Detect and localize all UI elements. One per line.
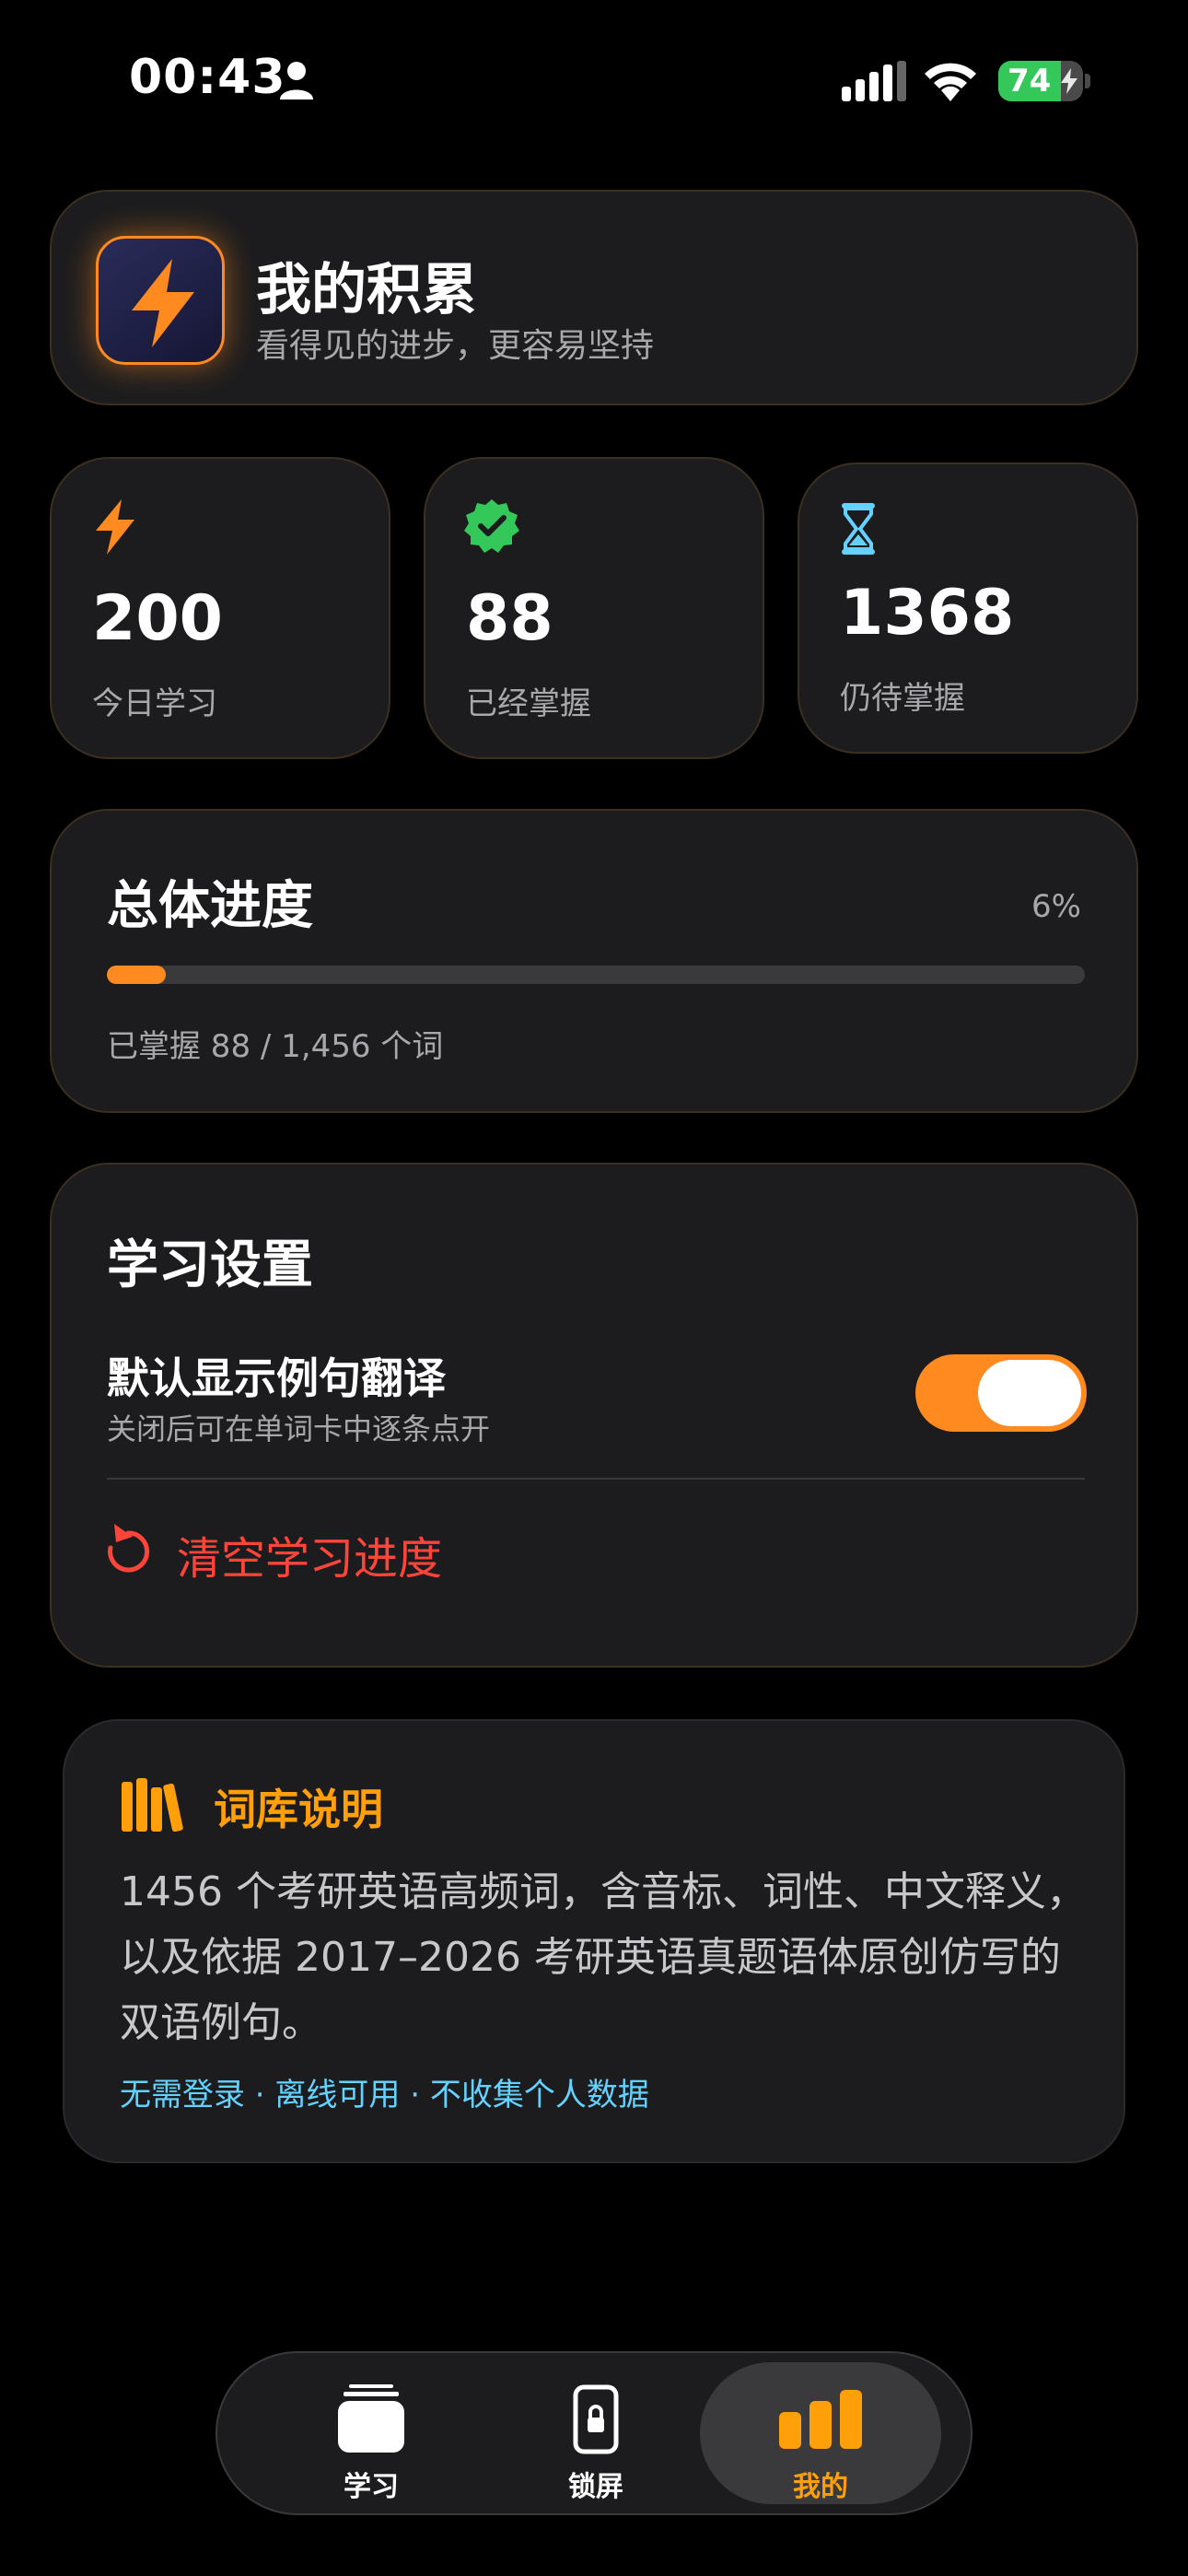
books-icon xyxy=(122,1778,183,1832)
app-logo xyxy=(96,236,225,365)
tab-label: 学习 xyxy=(344,2471,399,2503)
tab-lockscreen[interactable]: 锁屏 xyxy=(475,2362,716,2504)
stat-value: 1368 xyxy=(840,577,1015,650)
reset-progress-button[interactable]: 清空学习进度 xyxy=(177,1522,442,1587)
stat-card-pending: 1368 仍待掌握 xyxy=(798,463,1138,754)
settings-title: 学习设置 xyxy=(107,1235,313,1295)
tab-mine[interactable]: 我的 xyxy=(700,2362,941,2504)
info-footer: 无需登录 · 离线可用 · 不收集个人数据 xyxy=(120,2077,649,2113)
progress-caption: 已掌握 88 / 1,456 个词 xyxy=(107,1028,444,1065)
info-body: 1456 个考研英语高频词，含音标、词性、中文释义，以及依据 2017–2026… xyxy=(120,1868,1087,2046)
wifi-icon xyxy=(925,63,976,101)
page-subtitle: 看得见的进步，更容易坚持 xyxy=(256,327,655,365)
translation-setting-title: 默认显示例句翻译 xyxy=(107,1353,446,1403)
lock-phone-icon xyxy=(573,2384,619,2454)
stat-value: 200 xyxy=(92,582,223,655)
stat-card-mastered: 88 已经掌握 xyxy=(424,457,764,759)
tab-bar: 学习 锁屏 我的 xyxy=(215,2351,973,2515)
cards-icon xyxy=(338,2384,404,2453)
tab-label: 锁屏 xyxy=(568,2471,623,2503)
status-bar: 00:43 74 xyxy=(0,0,1188,157)
progress-bar xyxy=(107,966,1085,984)
page-title: 我的积累 xyxy=(256,258,477,322)
lightning-icon xyxy=(96,499,134,555)
battery-cap xyxy=(1085,74,1090,88)
bar-chart-icon xyxy=(779,2390,862,2449)
check-seal-icon xyxy=(464,499,519,553)
charging-bolt-icon xyxy=(1061,68,1077,94)
tab-label: 我的 xyxy=(793,2471,848,2503)
stat-label: 已经掌握 xyxy=(466,685,591,722)
translation-toggle[interactable] xyxy=(915,1354,1087,1432)
battery-indicator: 74 xyxy=(998,61,1083,101)
study-settings-card: 学习设置 默认显示例句翻译 关闭后可在单词卡中逐条点开 清空学习进度 xyxy=(50,1163,1138,1668)
lightning-icon xyxy=(132,259,194,347)
info-title: 词库说明 xyxy=(214,1785,383,1834)
person-icon xyxy=(280,62,313,100)
tab-study[interactable]: 学习 xyxy=(250,2362,492,2504)
translation-setting-description: 关闭后可在单词卡中逐条点开 xyxy=(107,1411,491,1446)
progress-percent: 6% xyxy=(1031,888,1081,925)
cellular-signal-icon xyxy=(842,61,906,101)
header-card: 我的积累 看得见的进步，更容易坚持 xyxy=(50,190,1138,405)
hourglass-icon xyxy=(842,503,875,555)
divider xyxy=(107,1478,1085,1480)
stat-label: 仍待掌握 xyxy=(840,680,965,717)
stat-label: 今日学习 xyxy=(92,685,217,722)
battery-level: 74 xyxy=(1007,63,1052,100)
progress-title: 总体进度 xyxy=(107,876,313,936)
progress-fill xyxy=(107,966,166,984)
status-time: 00:43 xyxy=(129,50,286,105)
stat-value: 88 xyxy=(466,582,553,655)
overall-progress-card: 总体进度 6% 已掌握 88 / 1,456 个词 xyxy=(50,809,1138,1113)
toggle-knob xyxy=(978,1360,1081,1426)
vocabulary-info-card: 词库说明 1456 个考研英语高频词，含音标、词性、中文释义，以及依据 2017… xyxy=(63,1719,1125,2163)
reset-icon[interactable] xyxy=(103,1520,153,1575)
stat-card-today: 200 今日学习 xyxy=(50,457,390,759)
